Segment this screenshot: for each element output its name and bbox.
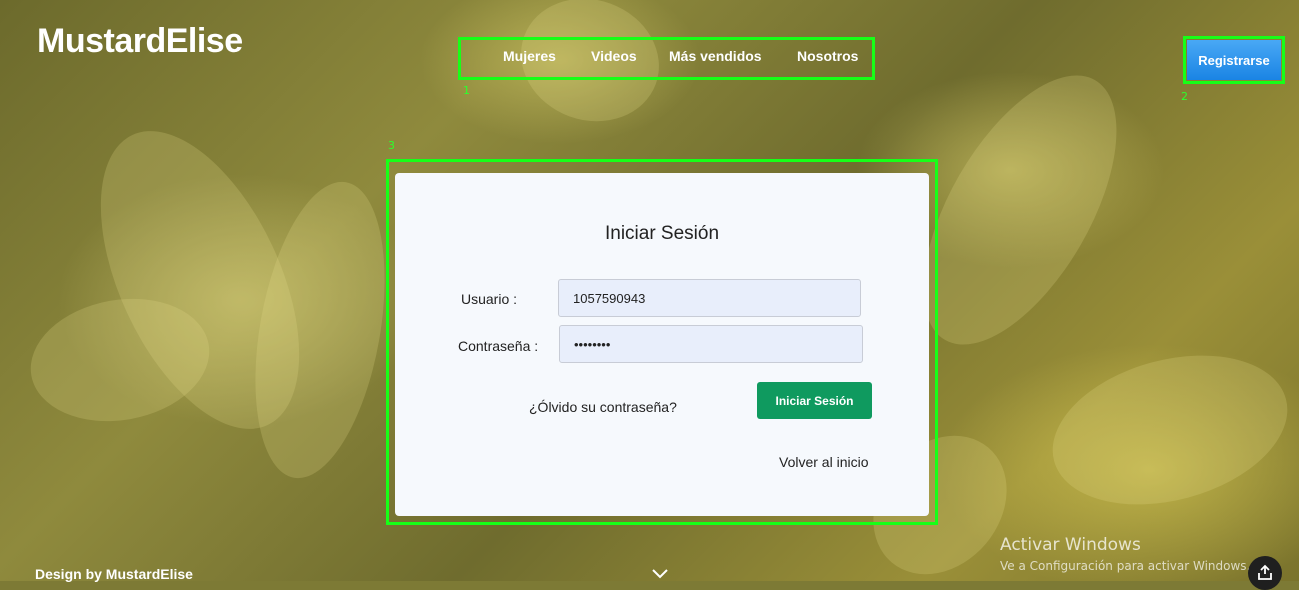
- back-home-link[interactable]: Volver al inicio: [779, 454, 869, 470]
- register-button[interactable]: Registrarse: [1187, 40, 1281, 80]
- forgot-password-link[interactable]: ¿Ólvido su contraseña?: [529, 399, 677, 415]
- login-card: Iniciar Sesión Usuario : Contraseña : ¿Ó…: [395, 173, 929, 516]
- chevron-down-icon[interactable]: [651, 566, 669, 581]
- username-input[interactable]: [558, 279, 861, 317]
- main-nav: Mujeres Videos Más vendidos Nosotros: [460, 40, 872, 78]
- login-title: Iniciar Sesión: [604, 223, 720, 244]
- brand-logo[interactable]: MustardElise: [37, 22, 243, 61]
- password-label: Contraseña :: [458, 338, 539, 354]
- nav-item-mujeres[interactable]: Mujeres: [503, 48, 556, 64]
- annotation-label-3: 3: [388, 139, 395, 152]
- annotation-label-2: 2: [1181, 90, 1188, 103]
- share-button[interactable]: [1248, 556, 1282, 590]
- login-submit-button[interactable]: Iniciar Sesión: [757, 382, 872, 419]
- username-label: Usuario :: [461, 291, 518, 307]
- footer-credit: Design by MustardElise: [35, 566, 193, 582]
- nav-item-videos[interactable]: Videos: [591, 48, 637, 64]
- annotation-label-1: 1: [463, 84, 470, 97]
- windows-activation-title: Activar Windows: [1000, 535, 1141, 555]
- nav-item-nosotros[interactable]: Nosotros: [797, 48, 858, 64]
- password-input[interactable]: [559, 325, 863, 363]
- nav-item-mas-vendidos[interactable]: Más vendidos: [669, 48, 762, 64]
- share-icon: [1258, 564, 1272, 580]
- windows-activation-subtitle: Ve a Configuración para activar Windows.: [1000, 559, 1251, 573]
